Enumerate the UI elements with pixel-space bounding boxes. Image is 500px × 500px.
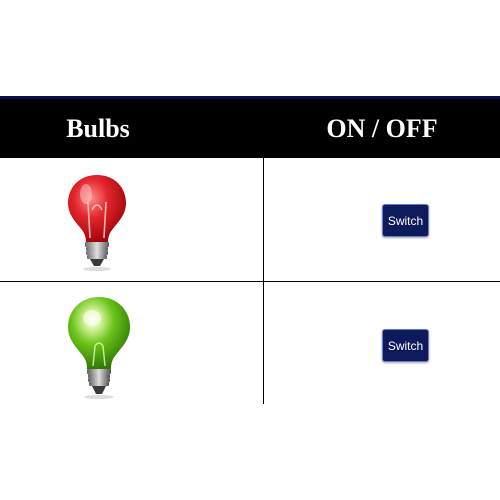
- table-row: Switch: [0, 158, 500, 281]
- table-header: Bulbs ON / OFF: [0, 96, 500, 158]
- switch-button-1[interactable]: Switch: [382, 204, 429, 237]
- table-row: Switch: [0, 282, 500, 404]
- green-bulb-icon: [68, 297, 130, 399]
- header-bulbs: Bulbs: [66, 113, 130, 143]
- switch-button-2[interactable]: Switch: [382, 329, 429, 362]
- header-on-off: ON / OFF: [326, 113, 438, 143]
- red-bulb-icon: [68, 175, 126, 271]
- bulb-switch-page: Bulbs ON / OFF Switch Switch: [0, 0, 500, 500]
